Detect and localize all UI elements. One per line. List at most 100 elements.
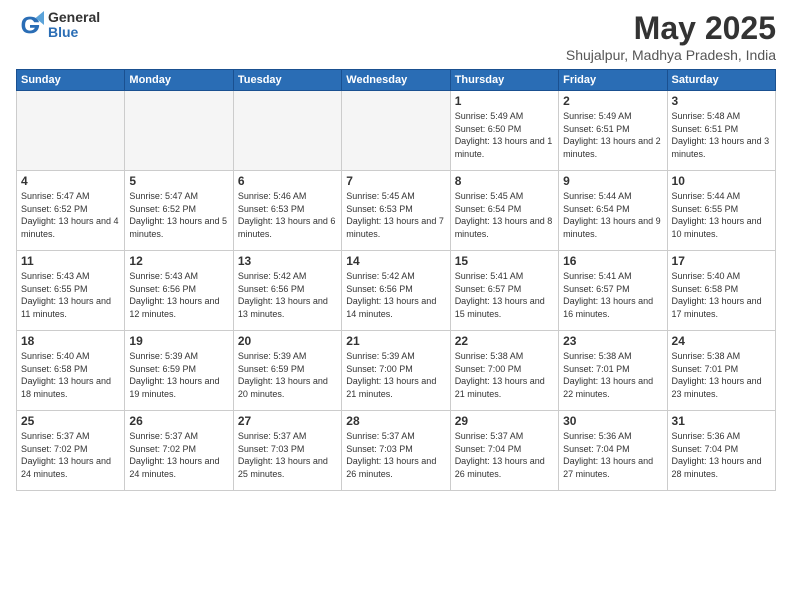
header-row: SundayMondayTuesdayWednesdayThursdayFrid… [17, 70, 776, 91]
day-number: 7 [346, 174, 445, 188]
day-number: 2 [563, 94, 662, 108]
day-cell: 1 Sunrise: 5:49 AM Sunset: 6:50 PM Daylig… [450, 91, 558, 171]
day-number: 1 [455, 94, 554, 108]
day-number: 18 [21, 334, 120, 348]
day-number: 15 [455, 254, 554, 268]
day-info: Sunrise: 5:45 AM Sunset: 6:54 PM Dayligh… [455, 190, 554, 240]
week-row-1: 4Sunrise: 5:47 AM Sunset: 6:52 PM Daylig… [17, 171, 776, 251]
day-info: Sunrise: 5:41 AM Sunset: 6:57 PM Dayligh… [455, 270, 554, 320]
col-header-saturday: Saturday [667, 70, 775, 91]
day-number: 9 [563, 174, 662, 188]
day-cell: 2 Sunrise: 5:49 AM Sunset: 6:51 PM Daylig… [559, 91, 667, 171]
logo-text: General Blue [48, 10, 100, 41]
day-info: Sunrise: 5:40 AM Sunset: 6:58 PM Dayligh… [21, 350, 120, 400]
day-info: Sunrise: 5:39 AM Sunset: 7:00 PM Dayligh… [346, 350, 445, 400]
day-info: Sunrise: 5:42 AM Sunset: 6:56 PM Dayligh… [238, 270, 337, 320]
day-number: 8 [455, 174, 554, 188]
day-info: Sunrise: 5:38 AM Sunset: 7:01 PM Dayligh… [672, 350, 771, 400]
day-number: 5 [129, 174, 228, 188]
day-cell: 4Sunrise: 5:47 AM Sunset: 6:52 PM Daylig… [17, 171, 125, 251]
day-cell: 26 Sunrise: 5:37 AM Sunset: 7:02 PM Dayli… [125, 411, 233, 491]
day-cell: 12 Sunrise: 5:43 AM Sunset: 6:56 PM Dayli… [125, 251, 233, 331]
month-title: May 2025 [566, 10, 776, 47]
day-info: Sunrise: 5:36 AM Sunset: 7:04 PM Dayligh… [672, 430, 771, 480]
day-number: 12 [129, 254, 228, 268]
logo-blue: Blue [48, 25, 100, 40]
day-cell: 24Sunrise: 5:38 AM Sunset: 7:01 PM Dayli… [667, 331, 775, 411]
day-cell: 22 Sunrise: 5:38 AM Sunset: 7:00 PM Dayli… [450, 331, 558, 411]
day-cell: 17 Sunrise: 5:40 AM Sunset: 6:58 PM Dayli… [667, 251, 775, 331]
day-info: Sunrise: 5:41 AM Sunset: 6:57 PM Dayligh… [563, 270, 662, 320]
day-number: 17 [672, 254, 771, 268]
day-number: 13 [238, 254, 337, 268]
col-header-monday: Monday [125, 70, 233, 91]
day-info: Sunrise: 5:49 AM Sunset: 6:51 PM Dayligh… [563, 110, 662, 160]
day-cell: 14 Sunrise: 5:42 AM Sunset: 6:56 PM Dayli… [342, 251, 450, 331]
week-row-0: 1 Sunrise: 5:49 AM Sunset: 6:50 PM Daylig… [17, 91, 776, 171]
day-number: 23 [563, 334, 662, 348]
day-info: Sunrise: 5:43 AM Sunset: 6:56 PM Dayligh… [129, 270, 228, 320]
day-cell: 19Sunrise: 5:39 AM Sunset: 6:59 PM Dayli… [125, 331, 233, 411]
day-info: Sunrise: 5:48 AM Sunset: 6:51 PM Dayligh… [672, 110, 771, 160]
day-info: Sunrise: 5:47 AM Sunset: 6:52 PM Dayligh… [129, 190, 228, 240]
day-cell [125, 91, 233, 171]
day-info: Sunrise: 5:38 AM Sunset: 7:00 PM Dayligh… [455, 350, 554, 400]
day-cell [342, 91, 450, 171]
day-number: 30 [563, 414, 662, 428]
day-info: Sunrise: 5:43 AM Sunset: 6:55 PM Dayligh… [21, 270, 120, 320]
day-number: 26 [129, 414, 228, 428]
day-number: 10 [672, 174, 771, 188]
day-cell: 10 Sunrise: 5:44 AM Sunset: 6:55 PM Dayli… [667, 171, 775, 251]
day-number: 11 [21, 254, 120, 268]
day-number: 6 [238, 174, 337, 188]
day-cell: 28Sunrise: 5:37 AM Sunset: 7:03 PM Dayli… [342, 411, 450, 491]
day-number: 16 [563, 254, 662, 268]
header: General Blue May 2025 Shujalpur, Madhya … [16, 10, 776, 63]
location: Shujalpur, Madhya Pradesh, India [566, 47, 776, 63]
day-cell: 27Sunrise: 5:37 AM Sunset: 7:03 PM Dayli… [233, 411, 341, 491]
day-info: Sunrise: 5:42 AM Sunset: 6:56 PM Dayligh… [346, 270, 445, 320]
day-info: Sunrise: 5:38 AM Sunset: 7:01 PM Dayligh… [563, 350, 662, 400]
day-info: Sunrise: 5:40 AM Sunset: 6:58 PM Dayligh… [672, 270, 771, 320]
logo: General Blue [16, 10, 100, 41]
week-row-4: 25Sunrise: 5:37 AM Sunset: 7:02 PM Dayli… [17, 411, 776, 491]
day-info: Sunrise: 5:49 AM Sunset: 6:50 PM Dayligh… [455, 110, 554, 160]
day-number: 14 [346, 254, 445, 268]
day-info: Sunrise: 5:37 AM Sunset: 7:02 PM Dayligh… [129, 430, 228, 480]
day-cell: 5 Sunrise: 5:47 AM Sunset: 6:52 PM Daylig… [125, 171, 233, 251]
day-cell: 3Sunrise: 5:48 AM Sunset: 6:51 PM Daylig… [667, 91, 775, 171]
logo-icon [16, 11, 44, 39]
day-cell: 6Sunrise: 5:46 AM Sunset: 6:53 PM Daylig… [233, 171, 341, 251]
day-cell: 21Sunrise: 5:39 AM Sunset: 7:00 PM Dayli… [342, 331, 450, 411]
day-cell: 31Sunrise: 5:36 AM Sunset: 7:04 PM Dayli… [667, 411, 775, 491]
logo-general: General [48, 10, 100, 25]
title-block: May 2025 Shujalpur, Madhya Pradesh, Indi… [566, 10, 776, 63]
day-cell [17, 91, 125, 171]
day-number: 20 [238, 334, 337, 348]
day-number: 28 [346, 414, 445, 428]
day-number: 22 [455, 334, 554, 348]
col-header-thursday: Thursday [450, 70, 558, 91]
col-header-friday: Friday [559, 70, 667, 91]
day-cell: 16 Sunrise: 5:41 AM Sunset: 6:57 PM Dayli… [559, 251, 667, 331]
day-info: Sunrise: 5:36 AM Sunset: 7:04 PM Dayligh… [563, 430, 662, 480]
day-cell: 11 Sunrise: 5:43 AM Sunset: 6:55 PM Dayli… [17, 251, 125, 331]
day-number: 27 [238, 414, 337, 428]
day-info: Sunrise: 5:44 AM Sunset: 6:55 PM Dayligh… [672, 190, 771, 240]
day-cell: 29Sunrise: 5:37 AM Sunset: 7:04 PM Dayli… [450, 411, 558, 491]
day-cell: 8 Sunrise: 5:45 AM Sunset: 6:54 PM Daylig… [450, 171, 558, 251]
day-cell [233, 91, 341, 171]
day-info: Sunrise: 5:44 AM Sunset: 6:54 PM Dayligh… [563, 190, 662, 240]
day-cell: 18 Sunrise: 5:40 AM Sunset: 6:58 PM Dayli… [17, 331, 125, 411]
calendar: SundayMondayTuesdayWednesdayThursdayFrid… [16, 69, 776, 491]
day-info: Sunrise: 5:37 AM Sunset: 7:04 PM Dayligh… [455, 430, 554, 480]
page: General Blue May 2025 Shujalpur, Madhya … [0, 0, 792, 612]
day-info: Sunrise: 5:47 AM Sunset: 6:52 PM Dayligh… [21, 190, 120, 240]
col-header-sunday: Sunday [17, 70, 125, 91]
col-header-wednesday: Wednesday [342, 70, 450, 91]
day-cell: 7Sunrise: 5:45 AM Sunset: 6:53 PM Daylig… [342, 171, 450, 251]
day-cell: 30 Sunrise: 5:36 AM Sunset: 7:04 PM Dayli… [559, 411, 667, 491]
day-info: Sunrise: 5:39 AM Sunset: 6:59 PM Dayligh… [238, 350, 337, 400]
week-row-2: 11 Sunrise: 5:43 AM Sunset: 6:55 PM Dayli… [17, 251, 776, 331]
day-info: Sunrise: 5:37 AM Sunset: 7:02 PM Dayligh… [21, 430, 120, 480]
